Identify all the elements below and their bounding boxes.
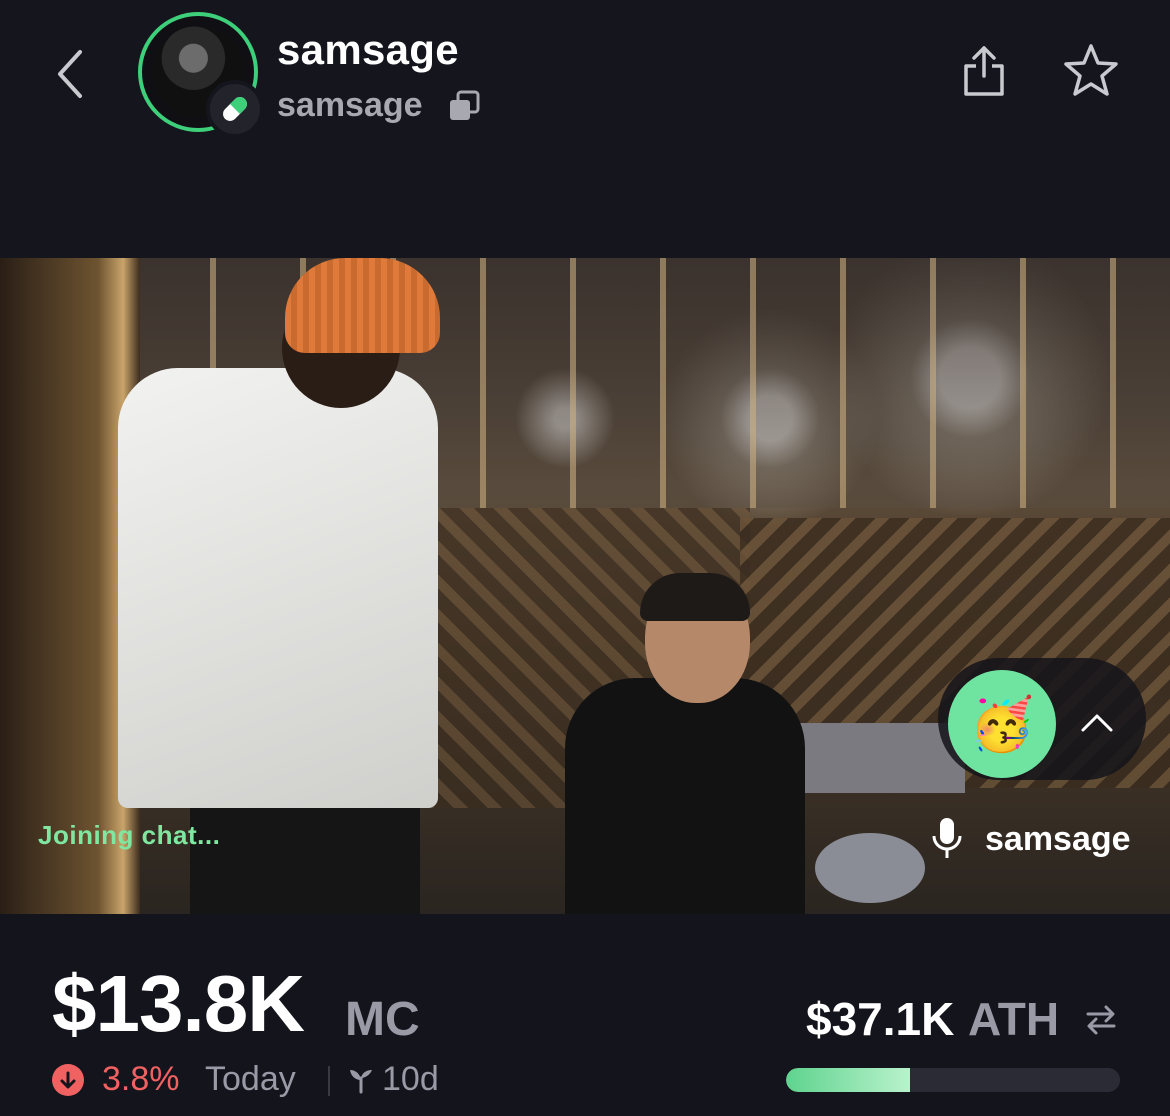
header: samsage samsage — [0, 0, 1170, 258]
token-handle: samsage — [277, 86, 423, 124]
person-seated — [565, 678, 805, 914]
party-face-icon: 🥳 — [969, 695, 1035, 754]
ath-progress-bar — [786, 1068, 1120, 1092]
copy-icon[interactable] — [448, 90, 480, 122]
page-title: samsage — [277, 26, 459, 73]
back-button[interactable] — [50, 44, 90, 104]
reaction-button[interactable]: 🥳 — [948, 670, 1056, 778]
divider — [328, 1066, 330, 1096]
speaker-name: samsage — [985, 820, 1131, 858]
pill-icon — [206, 80, 264, 138]
market-cap-label: MC — [345, 993, 420, 1046]
star-icon[interactable] — [1062, 42, 1120, 100]
chat-status: Joining chat... — [38, 820, 221, 850]
swap-icon[interactable] — [1082, 1000, 1120, 1038]
live-stream-video[interactable] — [0, 258, 1170, 914]
chevron-up-icon[interactable] — [1075, 700, 1119, 744]
ath-label: ATH — [968, 993, 1060, 1045]
person-standing — [118, 368, 438, 808]
market-cap-value: $13.8K — [52, 959, 305, 1048]
crochet-hat — [285, 258, 440, 353]
share-icon[interactable] — [960, 44, 1008, 98]
arrow-down-icon — [52, 1064, 84, 1096]
price-change-value: 3.8% — [102, 1060, 180, 1098]
token-age: 10d — [382, 1060, 439, 1098]
studio-microphone — [815, 833, 925, 903]
price-change-label: Today — [205, 1060, 296, 1098]
ath-value: $37.1K — [806, 993, 955, 1045]
sprout-icon — [350, 1070, 372, 1094]
ath-progress-fill — [786, 1068, 910, 1092]
microphone-icon — [932, 818, 962, 858]
person-seated-hair — [640, 573, 750, 621]
